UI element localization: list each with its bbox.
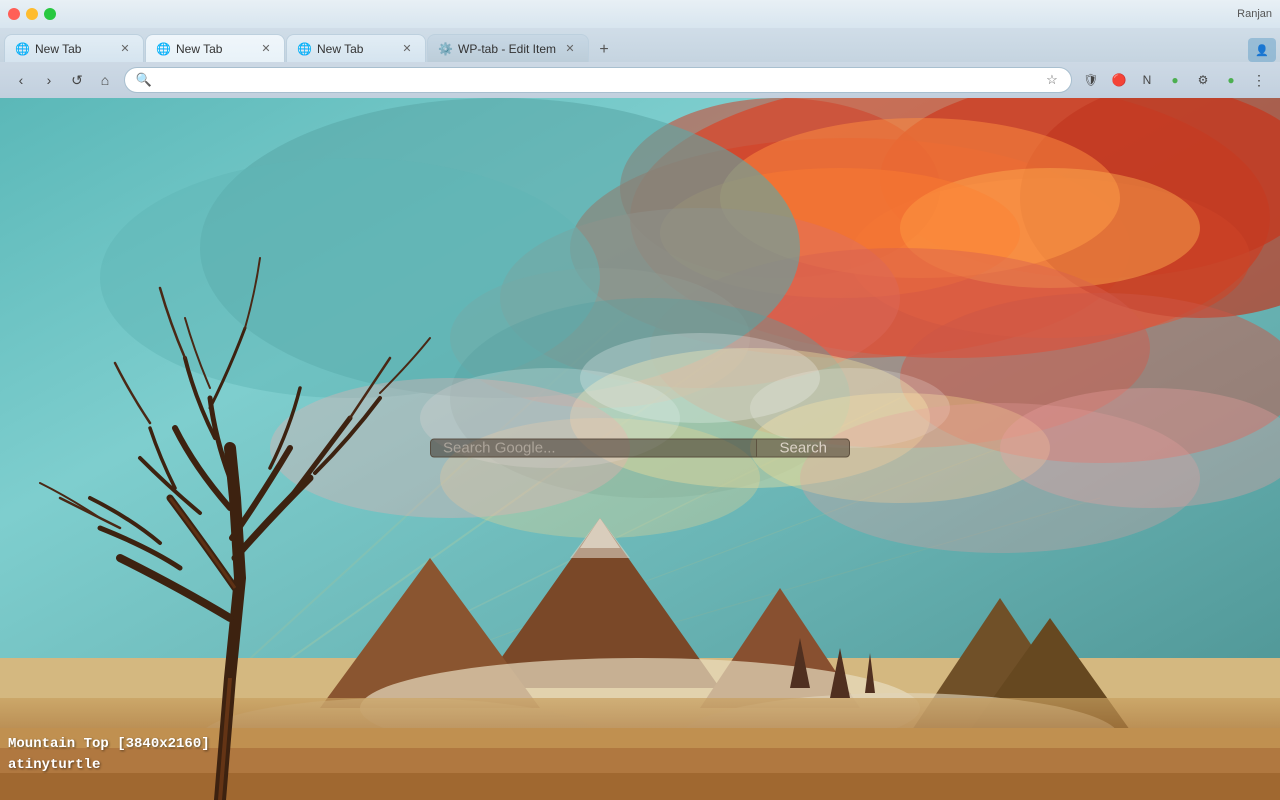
- search-input[interactable]: [443, 440, 744, 457]
- tab-1-close[interactable]: ✕: [117, 41, 133, 57]
- nav-buttons: ‹ › ↺ ⌂: [8, 67, 118, 93]
- address-input-wrap[interactable]: 🔍 ☆: [124, 67, 1072, 93]
- home-button[interactable]: ⌂: [92, 67, 118, 93]
- window-controls: [8, 8, 56, 20]
- forward-button[interactable]: ›: [36, 67, 62, 93]
- tab-2-title: New Tab: [176, 42, 252, 56]
- new-tab-button[interactable]: +: [590, 38, 618, 62]
- tab-1[interactable]: 🌐 New Tab ✕: [4, 34, 144, 62]
- watermark: Mountain Top [3840x2160] atinyturtle: [8, 734, 210, 776]
- reload-button[interactable]: ↺: [64, 67, 90, 93]
- tab-4-close[interactable]: ✕: [562, 41, 578, 57]
- title-bar: Ranjan: [0, 0, 1280, 28]
- tab-3-title: New Tab: [317, 42, 393, 56]
- tab-bar: 🌐 New Tab ✕ 🌐 New Tab ✕ 🌐 New Tab ✕ ⚙️ W…: [0, 28, 1280, 62]
- menu-button[interactable]: ⋮: [1246, 67, 1272, 93]
- tab-1-title: New Tab: [35, 42, 111, 56]
- browser-chrome: Ranjan 🌐 New Tab ✕ 🌐 New Tab ✕ 🌐 New Tab…: [0, 0, 1280, 98]
- address-input[interactable]: [159, 73, 1037, 88]
- profile-button[interactable]: 👤: [1248, 38, 1276, 62]
- extension-icon-4[interactable]: ●: [1162, 67, 1188, 93]
- address-icons: ☆: [1043, 71, 1061, 89]
- tab-4-title: WP-tab - Edit Item: [458, 42, 556, 56]
- search-icon: 🔍: [135, 71, 153, 89]
- user-name: Ranjan: [1237, 8, 1272, 20]
- search-widget: Search: [430, 439, 850, 458]
- tab-2[interactable]: 🌐 New Tab ✕: [145, 34, 285, 62]
- close-button[interactable]: [8, 8, 20, 20]
- bookmark-icon[interactable]: ☆: [1043, 71, 1061, 89]
- back-button[interactable]: ‹: [8, 67, 34, 93]
- extension-icon-1[interactable]: 🛡: [1078, 67, 1104, 93]
- tab-4-favicon: ⚙️: [438, 42, 452, 56]
- content-area: Search Mountain Top [3840x2160] atinytur…: [0, 98, 1280, 800]
- toolbar-icons: 🛡 🔴 N ● ⚙ ● ⋮: [1078, 67, 1272, 93]
- extension-icon-6[interactable]: ●: [1218, 67, 1244, 93]
- watermark-line1: Mountain Top [3840x2160]: [8, 734, 210, 755]
- extension-icon-5[interactable]: ⚙: [1190, 67, 1216, 93]
- tab-1-favicon: 🌐: [15, 42, 29, 56]
- address-bar: ‹ › ↺ ⌂ 🔍 ☆ 🛡 🔴 N ● ⚙ ● ⋮: [0, 62, 1280, 98]
- tab-2-favicon: 🌐: [156, 42, 170, 56]
- search-button[interactable]: Search: [756, 439, 850, 458]
- watermark-line2: atinyturtle: [8, 755, 210, 776]
- tab-3-close[interactable]: ✕: [399, 41, 415, 57]
- tab-2-close[interactable]: ✕: [258, 41, 274, 57]
- browser-window: Ranjan 🌐 New Tab ✕ 🌐 New Tab ✕ 🌐 New Tab…: [0, 0, 1280, 800]
- tab-4[interactable]: ⚙️ WP-tab - Edit Item ✕: [427, 34, 589, 62]
- tab-3[interactable]: 🌐 New Tab ✕: [286, 34, 426, 62]
- tab-3-favicon: 🌐: [297, 42, 311, 56]
- minimize-button[interactable]: [26, 8, 38, 20]
- extension-icon-3[interactable]: N: [1134, 67, 1160, 93]
- search-input-wrapper[interactable]: [430, 439, 756, 458]
- extension-icon-2[interactable]: 🔴: [1106, 67, 1132, 93]
- maximize-button[interactable]: [44, 8, 56, 20]
